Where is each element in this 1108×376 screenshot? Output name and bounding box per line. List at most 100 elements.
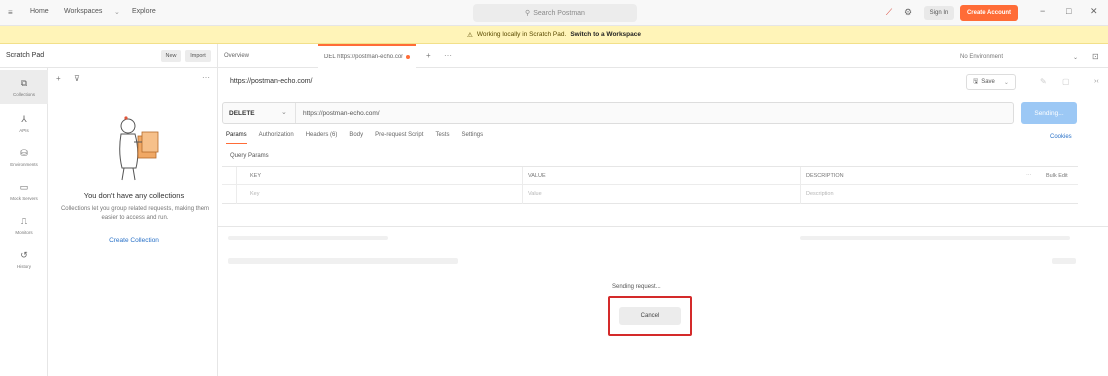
save-button[interactable]: 🖫 Save ⌄ xyxy=(966,74,1016,90)
environment-label: No Environment xyxy=(960,54,1004,60)
response-divider xyxy=(218,226,1108,227)
empty-collections-illustration xyxy=(119,116,159,181)
tab-headers[interactable]: Headers (6) xyxy=(306,132,338,144)
key-input[interactable]: Key xyxy=(250,191,259,197)
sidebar-item-environments[interactable]: ⛁ Environments xyxy=(0,140,48,174)
response-tabs-placeholder xyxy=(228,236,388,240)
sidebar-item-label: Monitors xyxy=(15,229,33,235)
value-input[interactable]: Value xyxy=(528,191,542,197)
new-tab-icon[interactable]: + xyxy=(426,51,431,60)
nav-home[interactable]: Home xyxy=(30,8,49,15)
tab-active-request[interactable]: DEL https://postman-echo.com/ xyxy=(318,44,416,68)
tab-pre-request-script[interactable]: Pre-request Script xyxy=(375,132,423,144)
query-params-table: KEY VALUE DESCRIPTION ⋯ Bulk Edit Key Va… xyxy=(222,166,1078,204)
nav-explore[interactable]: Explore xyxy=(132,8,156,15)
menu-icon[interactable]: ≡ xyxy=(8,8,13,17)
settings-icon[interactable]: ⚙ xyxy=(902,6,914,18)
response-actions-placeholder xyxy=(1052,258,1076,264)
sending-status: Sending request... xyxy=(612,284,661,290)
tab-authorization[interactable]: Authorization xyxy=(259,132,294,144)
maximize-icon[interactable]: □ xyxy=(1066,6,1071,16)
create-collection-link[interactable]: Create Collection xyxy=(56,237,212,244)
close-icon[interactable]: ✕ xyxy=(1090,6,1098,17)
tab-body[interactable]: Body xyxy=(349,132,363,144)
save-icon: 🖫 xyxy=(973,79,979,85)
column-divider xyxy=(522,167,523,204)
environment-quicklook-icon[interactable]: ⊡ xyxy=(1092,52,1099,61)
sidebar-item-apis[interactable]: ⅄ APIs xyxy=(0,106,48,140)
more-tabs-icon[interactable]: ⋯ xyxy=(444,51,452,60)
column-description: DESCRIPTION xyxy=(806,173,844,179)
description-input[interactable]: Description xyxy=(806,191,834,197)
add-icon[interactable]: + xyxy=(56,74,61,83)
nav-workspaces[interactable]: Workspaces xyxy=(64,8,102,15)
sidebar-item-label: Collections xyxy=(12,91,35,97)
search-placeholder: Search Postman xyxy=(533,9,585,17)
environment-select[interactable]: No Environment ⌄ xyxy=(960,51,1078,63)
url-bar: DELETE ⌄ https://postman-echo.com/ xyxy=(222,102,1014,124)
chevron-down-icon: ⌄ xyxy=(1003,79,1009,86)
column-key: KEY xyxy=(250,173,262,179)
sidebar-item-monitors[interactable]: ⎍ Monitors xyxy=(0,208,48,242)
search-icon: ⚲ xyxy=(525,10,531,17)
sidebar-item-label: Environments xyxy=(10,161,38,167)
cancel-button[interactable]: Cancel xyxy=(619,307,681,325)
sidebar-item-collections[interactable]: ⧉ Collections xyxy=(0,70,48,104)
request-tabs: Params Authorization Headers (6) Body Pr… xyxy=(226,132,483,144)
filter-icon[interactable]: ⊽ xyxy=(74,74,80,83)
send-button[interactable]: Sending... xyxy=(1021,102,1077,124)
query-params-title: Query Params xyxy=(230,153,269,159)
sidebar-item-history[interactable]: ↺ History xyxy=(0,242,48,276)
column-value: VALUE xyxy=(528,173,546,179)
chevron-down-icon: ⌄ xyxy=(281,109,287,116)
sidebar-item-label: Mock Servers xyxy=(10,195,38,201)
history-icon: ↺ xyxy=(20,249,28,260)
unsaved-dot-icon xyxy=(406,55,410,59)
sidebar-item-label: History xyxy=(16,263,31,269)
sign-in-button[interactable]: Sign In xyxy=(924,6,954,20)
tab-params[interactable]: Params xyxy=(226,132,247,144)
url-divider xyxy=(295,103,296,123)
minimize-icon[interactable]: − xyxy=(1040,6,1045,16)
column-divider xyxy=(800,167,801,204)
bulk-edit-link[interactable]: Bulk Edit xyxy=(1046,173,1068,179)
sidebar-header: Scratch Pad New Import xyxy=(0,44,218,68)
table-header-row xyxy=(222,167,1078,185)
collections-icon: ⧉ xyxy=(20,77,28,88)
cookies-link[interactable]: Cookies xyxy=(1050,134,1072,140)
create-account-button[interactable]: Create Account xyxy=(960,5,1018,21)
satellite-icon[interactable]: ⟋ xyxy=(883,6,895,18)
new-button[interactable]: New xyxy=(161,50,181,62)
request-name[interactable]: https://postman-echo.com/ xyxy=(230,78,312,85)
tab-overview[interactable]: Overview xyxy=(224,44,249,68)
response-toolbar-placeholder xyxy=(228,258,458,264)
monitor-icon: ⎍ xyxy=(20,215,28,226)
sidebar-item-mock-servers[interactable]: ▭ Mock Servers xyxy=(0,174,48,208)
tab-settings[interactable]: Settings xyxy=(461,132,483,144)
more-icon[interactable]: ⋯ xyxy=(202,73,210,82)
column-divider xyxy=(236,167,237,204)
more-icon[interactable]: ⋯ xyxy=(1026,173,1032,179)
side-panel-icon[interactable]: ›‹ xyxy=(1094,78,1099,85)
environments-icon: ⛁ xyxy=(20,147,28,158)
comment-icon[interactable]: ▢ xyxy=(1062,77,1070,86)
sidebar-item-label: APIs xyxy=(19,127,29,133)
search-input[interactable]: ⚲ Search Postman xyxy=(473,4,637,22)
sidebar-rail: ⧉ Collections ⅄ APIs ⛁ Environments ▭ Mo… xyxy=(0,68,48,376)
empty-state-title: You don't have any collections xyxy=(83,191,185,200)
banner-text: Working locally in Scratch Pad. xyxy=(476,31,567,38)
chevron-down-icon: ⌄ xyxy=(1072,54,1078,61)
tab-tests[interactable]: Tests xyxy=(435,132,449,144)
warning-icon: ⚠ xyxy=(467,31,473,39)
mock-server-icon: ▭ xyxy=(19,181,29,192)
url-input[interactable]: https://postman-echo.com/ xyxy=(303,110,380,117)
apis-icon: ⅄ xyxy=(21,113,27,124)
method-select[interactable]: DELETE xyxy=(229,110,255,117)
sidebar-title: Scratch Pad xyxy=(6,52,45,59)
edit-icon[interactable]: ✎ xyxy=(1040,77,1047,86)
import-button[interactable]: Import xyxy=(185,50,211,62)
response-meta-placeholder xyxy=(800,236,1070,240)
switch-workspace-link[interactable]: Switch to a Workspace xyxy=(570,31,641,38)
top-bar: ≡ Home Workspaces ⌄ Explore ⚲ Search Pos… xyxy=(0,0,1108,26)
chevron-down-icon: ⌄ xyxy=(114,9,120,16)
